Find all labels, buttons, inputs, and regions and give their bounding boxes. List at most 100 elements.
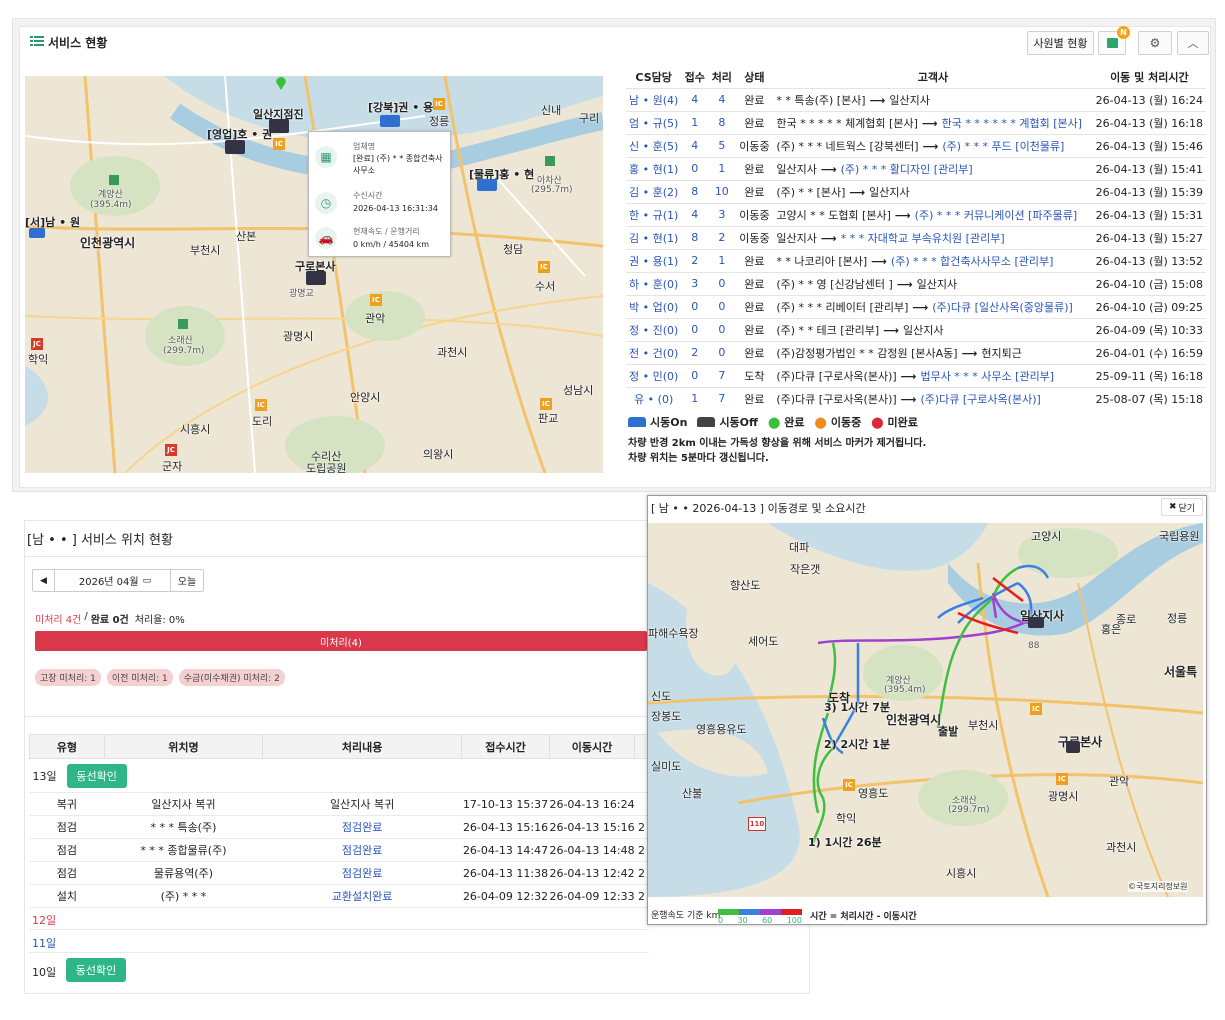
table-row[interactable]: 유 • (0) 1 7 완료 (주)다큐 [구로사옥(본사)] ⟶ (주)다큐 [구로사옥(… (626, 386, 1206, 410)
received-time: 26-04-13 11:38 (461, 861, 550, 885)
prev-month-button[interactable]: ◀ (33, 570, 55, 591)
table-row[interactable]: 점검 * * * 종합물류(주) 점검완료 26-04-13 14:47 26-04-1… (29, 838, 649, 862)
cs-manager-link[interactable]: 유 • (0) (626, 386, 682, 410)
vehicle-off-icon[interactable] (225, 140, 245, 154)
table-row[interactable]: 전 • 건(0) 2 0 완료 (주)감정평가법인 * * 감정원 [본사A동] ⟶ 현지퇴… (626, 340, 1206, 364)
cs-manager-link[interactable]: 김 • 훈(2) (626, 179, 682, 203)
vehicle-on-icon[interactable] (477, 179, 497, 191)
vehicle-off-icon[interactable] (269, 119, 289, 133)
vehicle-on-icon[interactable] (380, 115, 400, 127)
cs-manager-link[interactable]: 홍 • 현(1) (626, 156, 682, 180)
chevron-up-icon: ︿ (1187, 37, 1199, 50)
caret-left-icon: ◀ (40, 575, 47, 586)
route-to[interactable]: * * * 자대학교 부속유치원 [관리부] (841, 232, 1005, 245)
vehicle-off-icon[interactable] (306, 271, 326, 285)
table-row[interactable]: 점검 * * * 특송(주) 점검완료 26-04-13 15:16 26-04-13 … (29, 815, 649, 839)
company-label: 업체명 (353, 142, 376, 151)
route-to[interactable]: (주) * * * 푸드 [이천물류] (942, 140, 1064, 153)
route-label: (299.7m) (948, 805, 990, 815)
table-row[interactable]: 정 • 진(0) 0 0 완료 (주) * * 테크 [관리부] ⟶ 일산지사 26-04-0… (626, 317, 1206, 341)
settings-button[interactable]: ⚙ (1138, 31, 1172, 55)
popup-close-button[interactable]: ✖ 닫기 (1161, 498, 1203, 516)
pill-breakdown: 고장 미처리: 1 (35, 669, 101, 686)
route-to[interactable]: 법무사 * * * 사무소 [관리부] (920, 370, 1054, 383)
calendar-icon: ▭ (142, 575, 152, 586)
today-button[interactable]: 오늘 (170, 569, 204, 592)
processing-summary: 미처리 4건 / 완료 0건 처리율: 0% (35, 611, 185, 626)
customer-route: (주)다큐 [구로사옥(본사)] ⟶ 법무사 * * * 사무소 [관리부] (773, 363, 1093, 387)
move-time: 26-04-01 (수) 16:59 (1092, 340, 1206, 364)
pin-red-icon: ⬤ (871, 415, 884, 429)
move-time: 26-04-13 (월) 13:52 (1092, 248, 1206, 272)
table-row[interactable]: 김 • 훈(2) 8 10 완료 (주) * * [본사] ⟶ 일산지사 26-04-13 (… (626, 179, 1206, 203)
move-time: 26-04-13 (월) 15:39 (1092, 179, 1206, 203)
ic-icon: IC (1056, 773, 1068, 785)
route-to[interactable]: (주) * * * 활디자인 [관리부] (841, 163, 973, 176)
speed-tick: 60 (762, 916, 773, 925)
day-label-10: 10일 (32, 966, 57, 979)
table-row[interactable]: 홍 • 현(1) 0 1 완료 일산지사 ⟶ (주) * * * 활디자인 [관리부] 26-… (626, 156, 1206, 180)
collapse-button[interactable]: ︿ (1177, 31, 1209, 55)
route-to: 일산지사 (916, 277, 958, 291)
route-check-button[interactable]: 동선확인 (66, 763, 127, 788)
received-time: 17-10-13 15:37 (461, 792, 550, 816)
move-time: 26-04-13 (월) 15:27 (1092, 225, 1206, 249)
vehicle-map[interactable]: 일산지점진 [강북]권 • 용 [영업]호 • 권 [물류]홍 • 현 계양산 … (25, 76, 603, 473)
route-check-button[interactable]: 동선확인 (66, 958, 126, 982)
legend-note-update: 차량 위치는 5분마다 갱신됩니다. (628, 453, 769, 464)
process-content[interactable]: 점검완료 (262, 838, 462, 862)
popup-title: [ 남 • • 2026-04-13 ] 이동경로 및 소요시간 (651, 502, 866, 515)
cs-manager-link[interactable]: 신 • 훈(5) (626, 133, 682, 157)
move-time: 26-04-10 (금) 09:25 (1092, 294, 1206, 318)
table-row[interactable]: 복귀 일산지사 복귀 일산지사 복귀 17-10-13 15:37 26-04-13 1… (29, 792, 649, 816)
processed-count: 1 (708, 248, 736, 272)
cs-manager-link[interactable]: 권 • 용(1) (626, 248, 682, 272)
cs-manager-link[interactable]: 정 • 민(0) (626, 363, 682, 387)
route-to[interactable]: (주) * * * 커뮤니케이션 [파주물류] (915, 209, 1077, 222)
cs-manager-link[interactable]: 한 • 규(1) (626, 202, 682, 226)
cs-manager-link[interactable]: 하 • 훈(0) (626, 271, 682, 295)
cs-manager-link[interactable]: 전 • 건(0) (626, 340, 682, 364)
cs-manager-link[interactable]: 정 • 진(0) (626, 317, 682, 341)
table-row[interactable]: 신 • 훈(5) 4 5 이동중 (주) * * * 네트웍스 [강북센터] ⟶ (주) *… (626, 133, 1206, 157)
vehicle-off-icon (1028, 617, 1044, 628)
process-content[interactable]: 점검완료 (262, 815, 462, 839)
route-map[interactable]: 일산지사 구로본사 도착 3) 1시간 7분 2) 2시간 1분 1) 1시간 … (648, 523, 1203, 897)
table-row[interactable]: 권 • 용(1) 2 1 완료 * * 나코리아 [본사] ⟶ (주) * * * 합건축사… (626, 248, 1206, 272)
service-type: 설치 (29, 884, 105, 908)
table-row[interactable]: 정 • 민(0) 0 7 도착 (주)다큐 [구로사옥(본사)] ⟶ 법무사 * * * 사… (626, 363, 1206, 387)
move-time: 26-04-13 15:16 (549, 815, 635, 839)
route-to[interactable]: (주)다큐 [구로사옥(본사)] (920, 393, 1040, 406)
table-row[interactable]: 한 • 규(1) 4 3 이동중 고양시 * * 도협회 [본사] ⟶ (주) * * * … (626, 202, 1206, 226)
process-content[interactable]: 교환설치완료 (262, 884, 462, 908)
mountain-icon (178, 319, 188, 329)
done-marker-icon[interactable] (275, 76, 287, 90)
cs-manager-link[interactable]: 박 • 업(0) (626, 294, 682, 318)
arrow-right-icon: ⟶ (883, 323, 899, 337)
panel-title: 서비스 현황 (48, 36, 108, 50)
cs-manager-link[interactable]: 남 • 원(4) (626, 87, 682, 111)
route-from: (주)다큐 [구로사옥(본사)] (776, 369, 897, 383)
route-to[interactable]: (주) * * * 합건축사사무소 [관리부] (891, 255, 1053, 268)
route-to[interactable]: (주)다큐 [일산사옥(중앙물류)] (932, 301, 1073, 314)
table-row[interactable]: 박 • 업(0) 0 0 완료 (주) * * * 리베이터 [관리부] ⟶ (주)다큐 [… (626, 294, 1206, 318)
table-row[interactable]: 점검 물류용역(주) 점검완료 26-04-13 11:38 26-04-13 12:4… (29, 861, 649, 885)
status-text: 완료 (735, 179, 774, 203)
cs-manager-link[interactable]: 엄 • 규(5) (626, 110, 682, 134)
route-to[interactable]: 한국 * * * * * * 계협회 [본사] (942, 117, 1082, 130)
table-row[interactable]: 남 • 원(4) 4 4 완료 * * 특송(주) [본사] ⟶ 일산지사 26-04-13 … (626, 87, 1206, 111)
col-header: CS담당 (635, 70, 672, 84)
route-from: * * 특송(주) [본사] (776, 93, 866, 107)
table-row[interactable]: 설치 (주) * * * 교환설치완료 26-04-09 12:32 26-04-09 … (29, 884, 649, 908)
process-content[interactable]: 점검완료 (262, 861, 462, 885)
cs-manager-link[interactable]: 김 • 현(1) (626, 225, 682, 249)
month-picker[interactable]: 2026년 04월 ▭ (55, 570, 175, 591)
employee-status-button[interactable]: 사원별 현황 (1027, 31, 1094, 55)
table-row[interactable]: 하 • 훈(0) 3 0 완료 (주) * * 영 [신강남센터 ] ⟶ 일산지사 26-04… (626, 271, 1206, 295)
received-count: 0 (681, 317, 709, 341)
table-row[interactable]: 김 • 현(1) 8 2 이동중 일산지사 ⟶ * * * 자대학교 부속유치원 [관리부]… (626, 225, 1206, 249)
route-label: (395.4m) (884, 685, 926, 695)
table-row[interactable]: 엄 • 규(5) 1 8 완료 한국 * * * * * 체계협회 [본사] ⟶ 한국 * … (626, 110, 1206, 134)
route-label: 관악 (1109, 775, 1130, 788)
vehicle-on-icon[interactable] (29, 228, 45, 238)
